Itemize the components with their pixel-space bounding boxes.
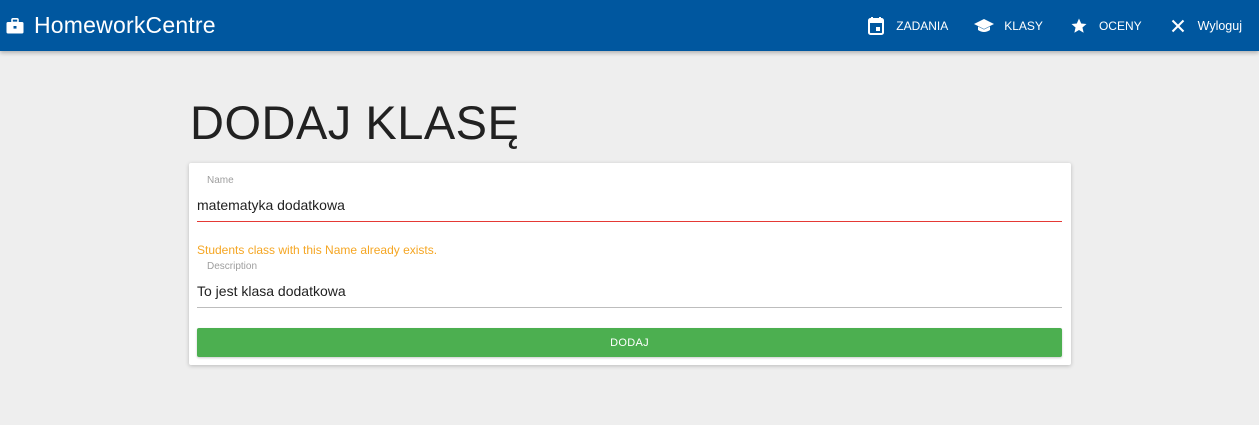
star-icon [1069,16,1089,36]
top-navbar: HomeworkCentre ZADANIA KLASY OCENY Wylog… [0,0,1259,51]
nav-item-logout[interactable]: Wyloguj [1155,0,1255,51]
page-title: DODAJ KLASĘ [190,96,520,149]
name-input[interactable] [197,196,1062,222]
submit-button[interactable]: DODAJ [197,328,1062,357]
add-class-form-card: Name Students class with this Name alrea… [189,163,1071,365]
briefcase-icon [4,15,26,37]
nav-label-oceny: OCENY [1098,18,1142,33]
close-icon [1168,16,1188,36]
graduation-cap-icon [974,16,995,36]
name-field: Name Students class with this Name alrea… [197,163,1062,257]
description-field: Description [197,253,1062,313]
nav-item-klasy[interactable]: KLASY [961,0,1056,51]
brand-label: HomeworkCentre [34,12,216,38]
nav-label-logout: Wyloguj [1197,18,1242,33]
brand-link[interactable]: HomeworkCentre [4,12,216,39]
nav-links: ZADANIA KLASY OCENY Wyloguj [853,0,1259,51]
nav-label-zadania: ZADANIA [896,18,949,33]
nav-item-oceny[interactable]: OCENY [1056,0,1155,51]
nav-item-zadania[interactable]: ZADANIA [853,0,961,51]
calendar-icon [866,16,886,36]
description-input[interactable] [197,283,1062,308]
description-field-label: Description [207,261,258,272]
name-field-label: Name [207,175,234,186]
nav-label-klasy: KLASY [1004,18,1043,33]
